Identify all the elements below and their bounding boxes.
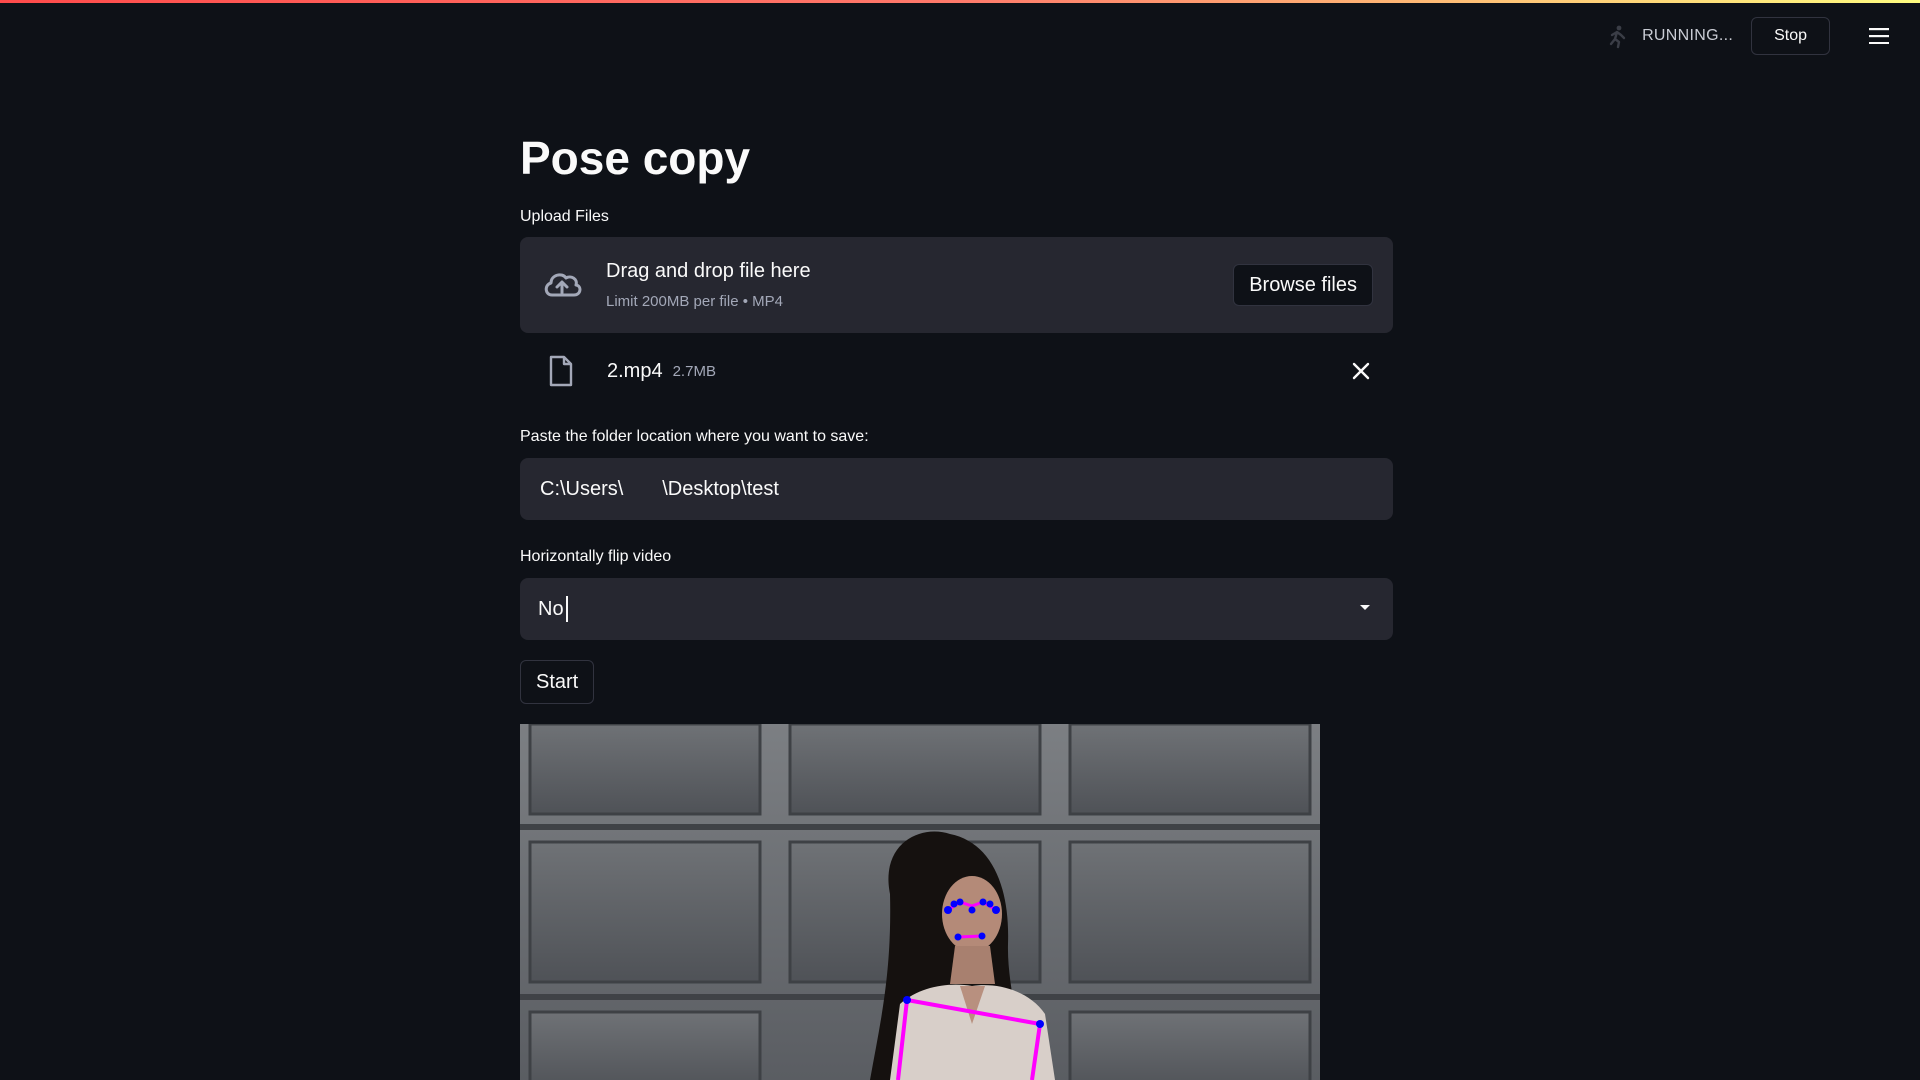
close-icon[interactable] <box>1351 361 1371 381</box>
stop-button[interactable]: Stop <box>1751 17 1830 55</box>
uploaded-file-name: 2.mp4 <box>607 359 663 382</box>
page-title: Pose copy <box>520 132 751 184</box>
file-dropzone[interactable]: Drag and drop file here Limit 200MB per … <box>520 237 1393 333</box>
chevron-down-icon[interactable] <box>1359 604 1371 612</box>
flip-select-value: No <box>538 597 564 620</box>
cloud-upload-icon <box>544 273 582 297</box>
browse-files-button[interactable]: Browse files <box>1233 264 1373 306</box>
uploaded-file-row: 2.mp4 2.7MB <box>520 350 1393 392</box>
main-menu-button[interactable] <box>1862 19 1896 53</box>
hamburger-menu-icon <box>1869 28 1889 44</box>
upload-label: Upload Files <box>520 208 609 225</box>
file-icon <box>549 355 573 387</box>
flip-select-label: Horizontally flip video <box>520 548 672 565</box>
dropzone-title: Drag and drop file here <box>606 260 811 282</box>
start-button[interactable]: Start <box>520 660 595 704</box>
pose-video-frame <box>520 724 1320 1080</box>
running-person-icon <box>1609 25 1626 49</box>
flip-video-select[interactable]: No <box>520 578 1393 640</box>
video-preview <box>520 724 1320 1080</box>
text-caret <box>565 596 568 622</box>
app-toolbar: RUNNING... Stop <box>1604 0 1920 72</box>
folder-input-label: Paste the folder location where you want… <box>520 428 869 445</box>
running-status: RUNNING... <box>1642 27 1734 44</box>
dropzone-text: Drag and drop file here Limit 200MB per … <box>606 260 811 310</box>
folder-location-input[interactable]: C:\Users\ \Desktop\test <box>520 458 1393 520</box>
uploaded-file-size: 2.7MB <box>672 362 716 380</box>
dropzone-limit: Limit 200MB per file • MP4 <box>606 293 783 310</box>
